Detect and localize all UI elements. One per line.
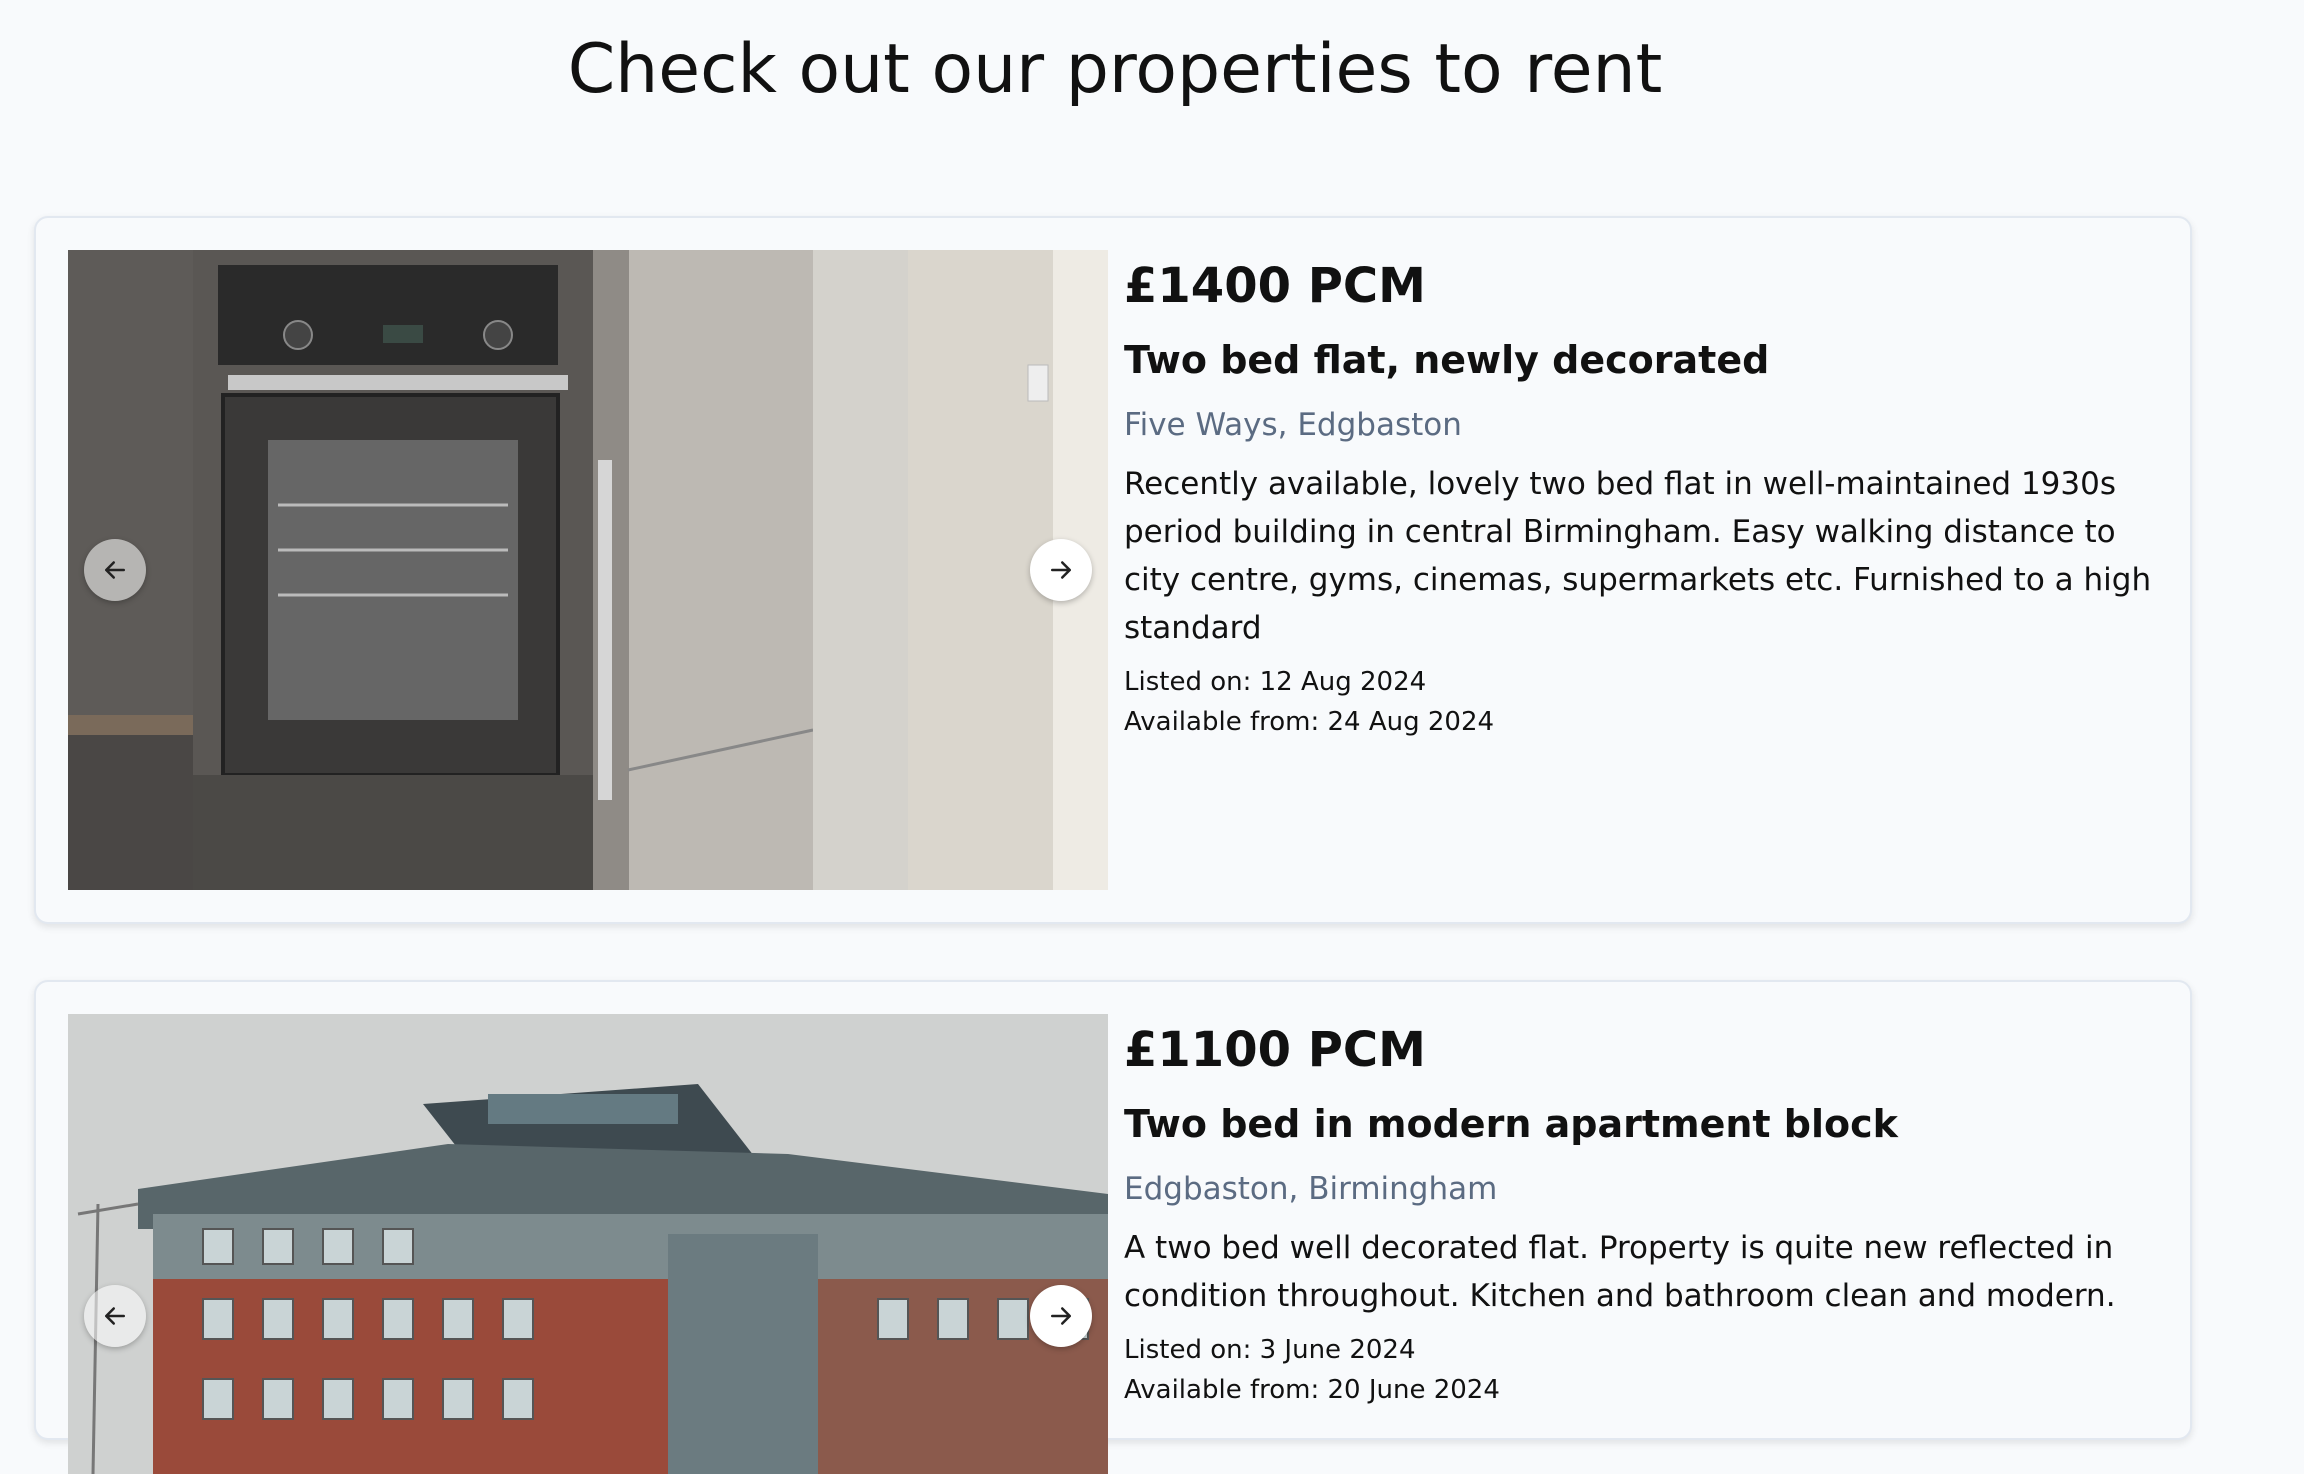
property-card: £1100 PCM Two bed in modern apartment bl…: [34, 980, 2192, 1474]
carousel-next-button[interactable]: [1030, 1285, 1092, 1347]
property-description: Recently available, lovely two bed flat …: [1124, 466, 2152, 646]
listed-on: Listed on: 12 Aug 2024: [1124, 667, 1427, 697]
carousel-next-button[interactable]: [1030, 539, 1092, 601]
property-title: Two bed flat, newly decorated: [1124, 338, 1770, 382]
arrow-left-icon: [105, 1307, 125, 1325]
carousel-prev-button[interactable]: [84, 539, 146, 601]
property-info: £1100 PCM Two bed in modern apartment bl…: [1124, 1012, 2160, 1410]
available-from: Available from: 24 Aug 2024: [1124, 707, 1495, 737]
carousel-prev-button[interactable]: [84, 1285, 146, 1347]
property-dates: Listed on: 3 June 2024 Available from: 2…: [1124, 1330, 2160, 1410]
property-info: £1400 PCM Two bed flat, newly decorated …: [1124, 248, 2160, 742]
property-location: Edgbaston, Birmingham: [1124, 1171, 1498, 1207]
photo-carousel[interactable]: [68, 250, 1108, 890]
property-location: Five Ways, Edgbaston: [1124, 407, 1462, 443]
property-price: £1400 PCM: [1124, 258, 1426, 314]
property-photo: [68, 250, 1108, 890]
property-price: £1100 PCM: [1124, 1022, 1426, 1078]
photo-carousel[interactable]: [68, 1014, 1108, 1474]
arrow-right-icon: [1051, 561, 1071, 579]
property-title: Two bed in modern apartment block: [1124, 1102, 1898, 1146]
listed-on: Listed on: 3 June 2024: [1124, 1335, 1416, 1365]
available-from: Available from: 20 June 2024: [1124, 1375, 1500, 1405]
property-dates: Listed on: 12 Aug 2024 Available from: 2…: [1124, 662, 2160, 742]
arrow-right-icon: [1051, 1307, 1071, 1325]
property-card: £1400 PCM Two bed flat, newly decorated …: [34, 216, 2192, 924]
property-photo: [68, 1014, 1108, 1474]
arrow-left-icon: [105, 561, 125, 579]
page-title: Check out our properties to rent: [567, 30, 1663, 109]
property-description: A two bed well decorated flat. Property …: [1124, 1230, 2116, 1314]
